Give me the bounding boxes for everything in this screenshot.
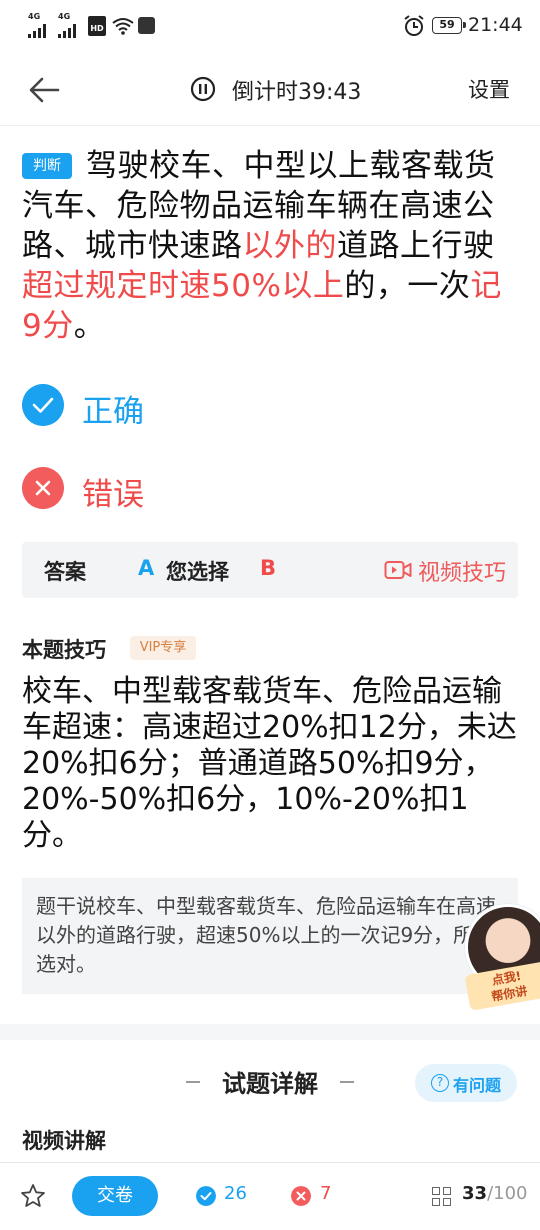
signal-label: 4G (58, 12, 71, 21)
video-explain-title: 视频讲解 (22, 1129, 106, 1153)
submit-button[interactable]: 交卷 (72, 1176, 158, 1216)
wrong-count-icon (291, 1186, 311, 1206)
current-question-number: 33 (462, 1183, 488, 1204)
status-bar: 4G 4G HD 59 21:44 (0, 0, 540, 52)
top-nav-bar: 倒计时39:43 设置 (0, 52, 540, 126)
video-tip-button[interactable]: 视频技巧 (384, 554, 514, 586)
signal-icon: 4G (58, 12, 82, 38)
explanation-box: 题干说校车、中型载客载货车、危险品运输车在高速以外的道路行驶，超速50%以上的一… (22, 878, 518, 994)
option-correct-label: 正确 (82, 394, 144, 430)
tutor-avatar-button[interactable]: 点我! 帮你讲 (464, 904, 540, 1014)
question-mark-icon: ? (431, 1074, 449, 1092)
video-tip-label: 视频技巧 (418, 561, 507, 586)
battery-icon: 59 (432, 17, 466, 34)
ask-question-button[interactable]: ? 有问题 (415, 1064, 517, 1102)
video-camera-icon (384, 561, 412, 579)
pause-circle-icon[interactable] (190, 76, 216, 102)
tips-title: 本题技巧 (22, 638, 106, 662)
wrong-count: 7 (320, 1183, 332, 1204)
bottom-bar: 交卷 26 7 33/100 (0, 1162, 540, 1230)
question-part: 的，一次 (344, 268, 471, 304)
alarm-icon (404, 15, 424, 36)
correct-count-icon (196, 1186, 216, 1206)
ask-question-label: 有问题 (453, 1076, 502, 1095)
countdown-timer: 倒计时39:43 (232, 80, 362, 105)
question-highlight: 超过规定时速50%以上 (22, 268, 345, 304)
star-icon[interactable] (20, 1183, 46, 1209)
signal-label: 4G (28, 12, 41, 21)
total-questions: /100 (487, 1183, 528, 1204)
arrow-left-icon[interactable] (26, 72, 62, 108)
check-circle-icon (22, 384, 64, 426)
title-dash (340, 1081, 354, 1083)
notification-icon (138, 17, 155, 34)
answer-label: 答案 (44, 560, 86, 584)
question-text: 判断 驾驶校车、中型以上载客载货汽车、危险物品运输车辆在高速公路、城市快速路以外的… (22, 146, 522, 346)
your-choice-label: 您选择 (166, 560, 229, 584)
vip-badge: VIP专享 (130, 636, 196, 660)
option-wrong-label: 错误 (82, 477, 144, 513)
signal-icon: 4G (28, 12, 52, 38)
hd-icon: HD (88, 16, 106, 36)
settings-button[interactable]: 设置 (468, 74, 510, 104)
answer-bar: 答案 A 您选择 B 视频技巧 (22, 542, 518, 598)
question-highlight: 以外的 (242, 228, 337, 264)
question-part: 道路上行驶 (337, 228, 495, 264)
tips-body: 校车、中型载客载货车、危险品运输车超速：高速超过20%扣12分，未达20%扣6分… (22, 674, 517, 853)
option-wrong[interactable]: 错误 (22, 467, 322, 513)
close-circle-icon (22, 467, 64, 509)
grid-icon[interactable] (432, 1187, 452, 1207)
question-progress[interactable]: 33/100 (462, 1183, 527, 1204)
question-part: 。 (73, 308, 106, 344)
your-choice-value: B (260, 556, 277, 580)
correct-count: 26 (224, 1183, 247, 1204)
option-correct[interactable]: 正确 (22, 384, 322, 430)
answer-value: A (138, 556, 155, 580)
explanation-text: 题干说校车、中型载客载货车、危险品运输车在高速以外的道路行驶，超速50%以上的一… (36, 894, 496, 976)
wifi-icon (112, 18, 134, 35)
section-divider (0, 1024, 540, 1040)
question-type-tag: 判断 (22, 153, 72, 179)
clock-time: 21:44 (468, 14, 523, 36)
